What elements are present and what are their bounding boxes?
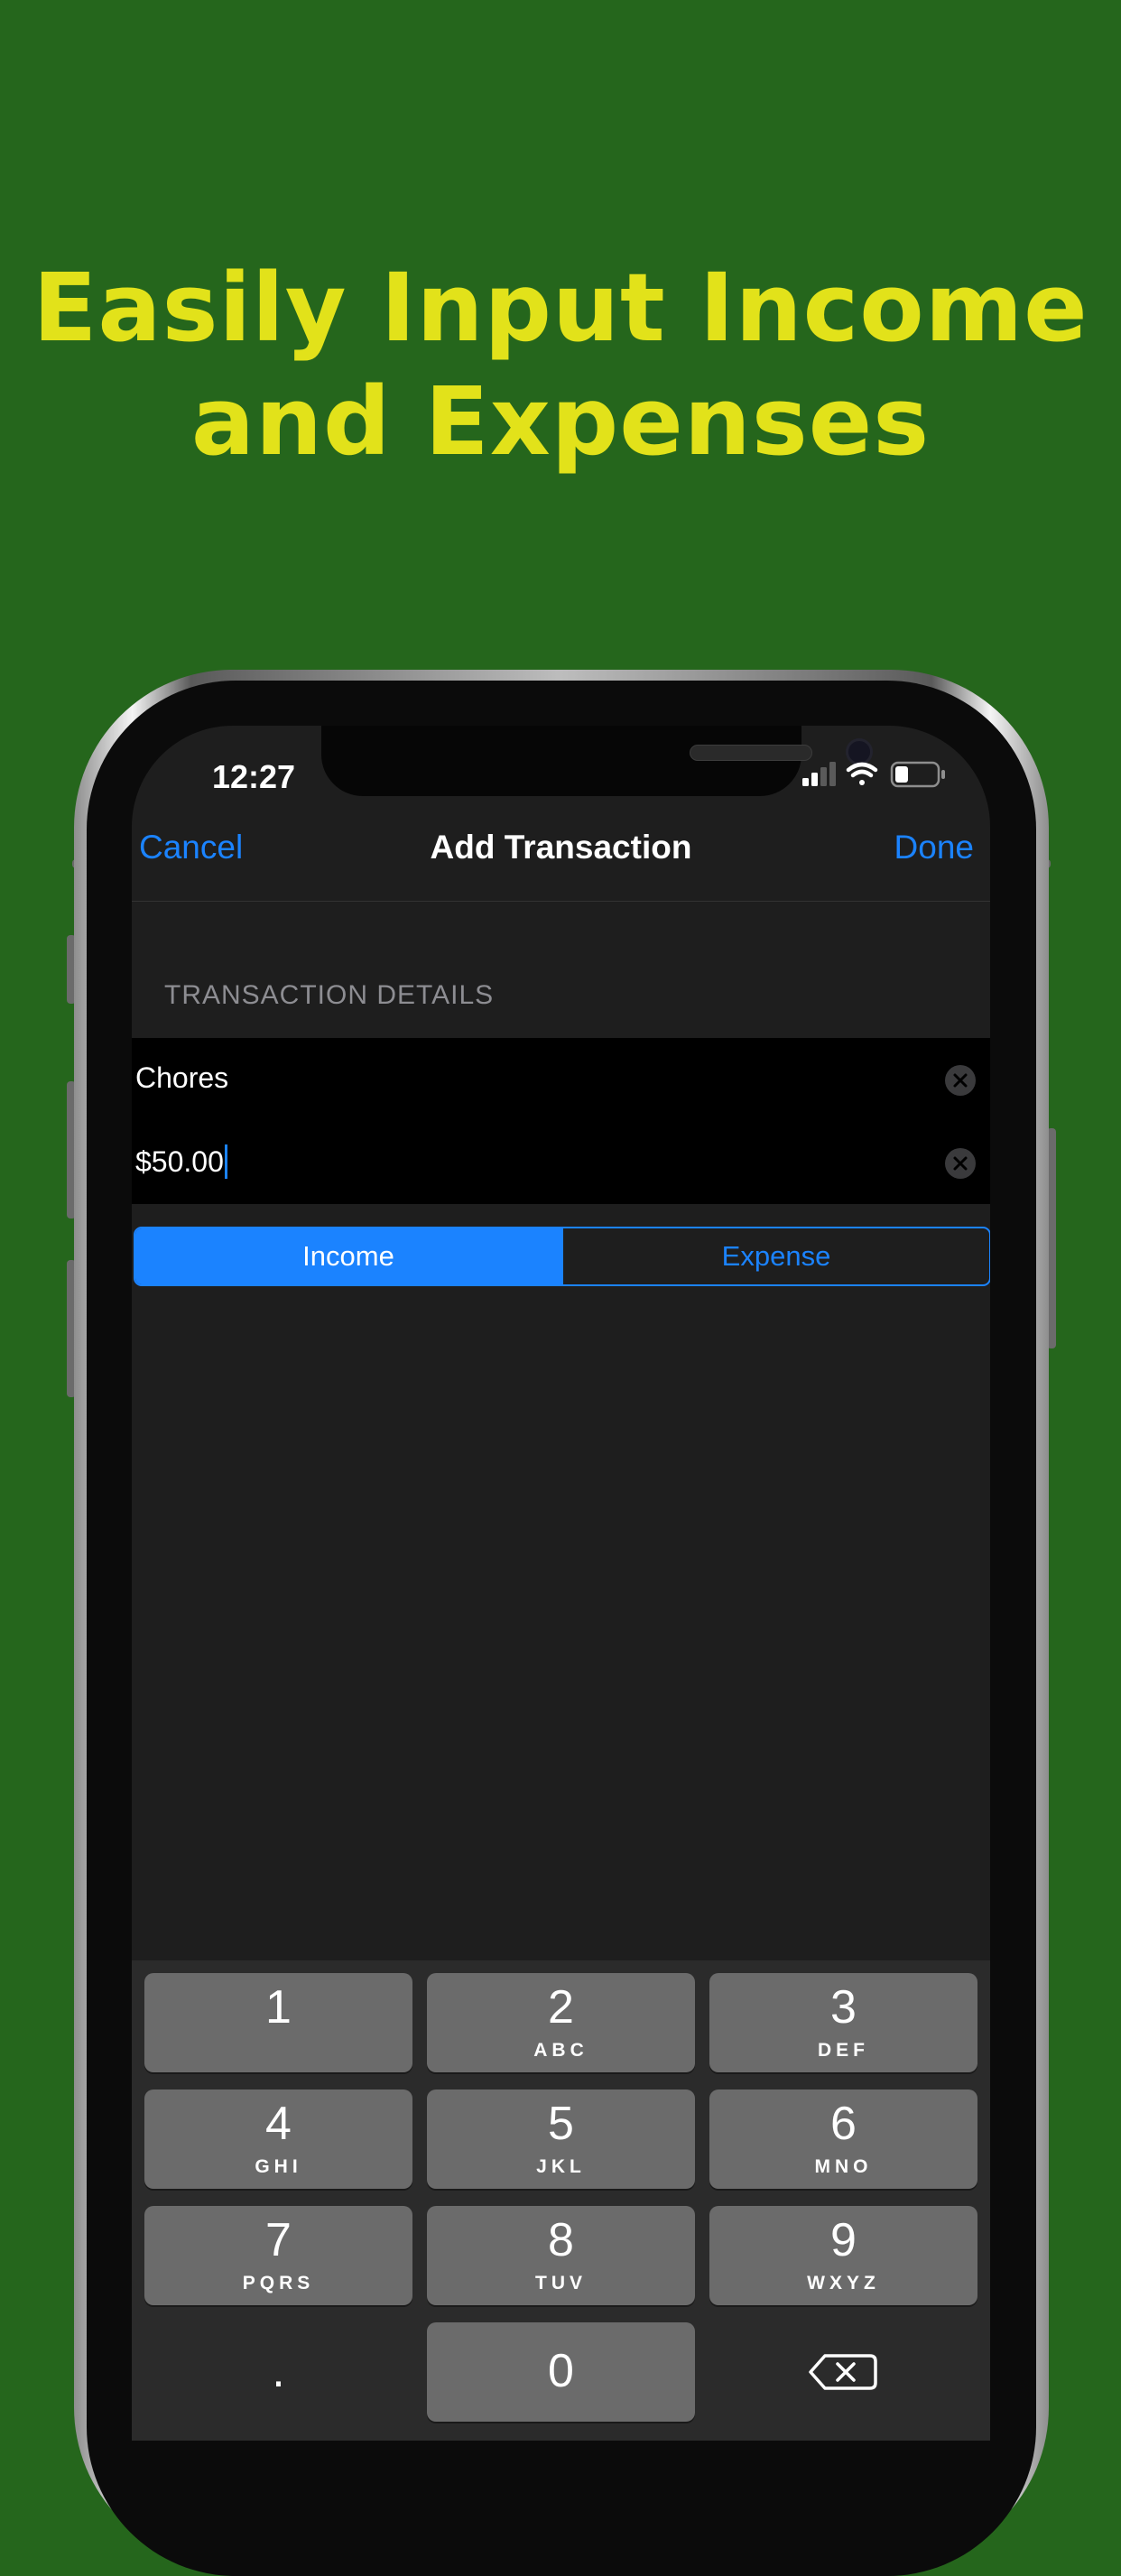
- cellular-signal-icon: [802, 762, 836, 786]
- navigation-bar: Cancel Add Transaction Done: [132, 823, 990, 902]
- headline-line-1: Easily Input Income: [32, 253, 1089, 363]
- key-4-letters: GHI: [255, 2156, 302, 2177]
- number-keypad: 1 2 ABC 3 DEF 4 GHI 5 JKL 6 MNO 7 PQRS 8…: [132, 1960, 990, 2441]
- transaction-type-control: Income Expense: [134, 1227, 990, 1286]
- key-5-number: 5: [548, 2098, 574, 2150]
- key-8-letters: TUV: [535, 2273, 587, 2293]
- notch: [321, 726, 873, 796]
- key-6-number: 6: [830, 2098, 857, 2150]
- headline: Easily Input Income and Expenses: [0, 251, 1121, 478]
- key-3[interactable]: 3 DEF: [709, 1973, 977, 2072]
- key-9-letters: WXYZ: [807, 2273, 880, 2293]
- amount-field[interactable]: $50.00: [132, 1121, 990, 1204]
- transaction-fields: Chores $50.00: [132, 1038, 990, 1204]
- battery-icon: [890, 761, 945, 788]
- key-4[interactable]: 4 GHI: [144, 2090, 412, 2189]
- key-7-number: 7: [265, 2214, 292, 2266]
- key-6[interactable]: 6 MNO: [709, 2090, 977, 2189]
- section-header: TRANSACTION DETAILS: [164, 980, 495, 1010]
- backspace-icon: [809, 2354, 877, 2390]
- key-9[interactable]: 9 WXYZ: [709, 2206, 977, 2305]
- text-cursor: [224, 1144, 227, 1179]
- key-2-letters: ABC: [533, 2040, 588, 2061]
- status-time: 12:27: [211, 758, 296, 795]
- done-button[interactable]: Done: [894, 829, 974, 866]
- key-6-letters: MNO: [814, 2156, 873, 2177]
- clear-amount-button[interactable]: [945, 1148, 976, 1179]
- headline-line-2: and Expenses: [190, 366, 931, 477]
- key-1-number: 1: [265, 1981, 292, 2034]
- key-8[interactable]: 8 TUV: [427, 2206, 695, 2305]
- expense-segment[interactable]: Expense: [561, 1228, 989, 1284]
- key-0[interactable]: 0: [427, 2322, 695, 2422]
- key-1[interactable]: 1: [144, 1973, 412, 2072]
- page-title: Add Transaction: [430, 829, 692, 866]
- cancel-button[interactable]: Cancel: [139, 829, 243, 866]
- key-2[interactable]: 2 ABC: [427, 1973, 695, 2072]
- income-segment[interactable]: Income: [135, 1228, 561, 1284]
- decimal-key[interactable]: .: [144, 2322, 412, 2422]
- earpiece-speaker: [690, 745, 812, 761]
- status-icons: [802, 760, 956, 791]
- description-field[interactable]: Chores: [132, 1038, 990, 1121]
- key-5-letters: JKL: [536, 2156, 586, 2177]
- description-value: Chores: [135, 1061, 229, 1094]
- decimal-key-label: .: [272, 2345, 285, 2397]
- wifi-icon: [846, 762, 878, 785]
- key-4-number: 4: [265, 2098, 292, 2150]
- key-7-letters: PQRS: [242, 2273, 315, 2293]
- amount-value: $50.00: [135, 1145, 224, 1178]
- key-7[interactable]: 7 PQRS: [144, 2206, 412, 2305]
- key-9-number: 9: [830, 2214, 857, 2266]
- key-0-number: 0: [548, 2345, 574, 2397]
- key-2-number: 2: [548, 1981, 574, 2034]
- clear-description-button[interactable]: [945, 1065, 976, 1096]
- clear-icon: [953, 1073, 968, 1088]
- key-5[interactable]: 5 JKL: [427, 2090, 695, 2189]
- phone-screen: 12:27 Cancel Add Transaction Done TRANSA…: [132, 726, 990, 2441]
- clear-icon: [953, 1156, 968, 1171]
- delete-key[interactable]: [709, 2322, 977, 2422]
- key-8-number: 8: [548, 2214, 574, 2266]
- key-3-letters: DEF: [818, 2040, 869, 2061]
- key-3-number: 3: [830, 1981, 857, 2034]
